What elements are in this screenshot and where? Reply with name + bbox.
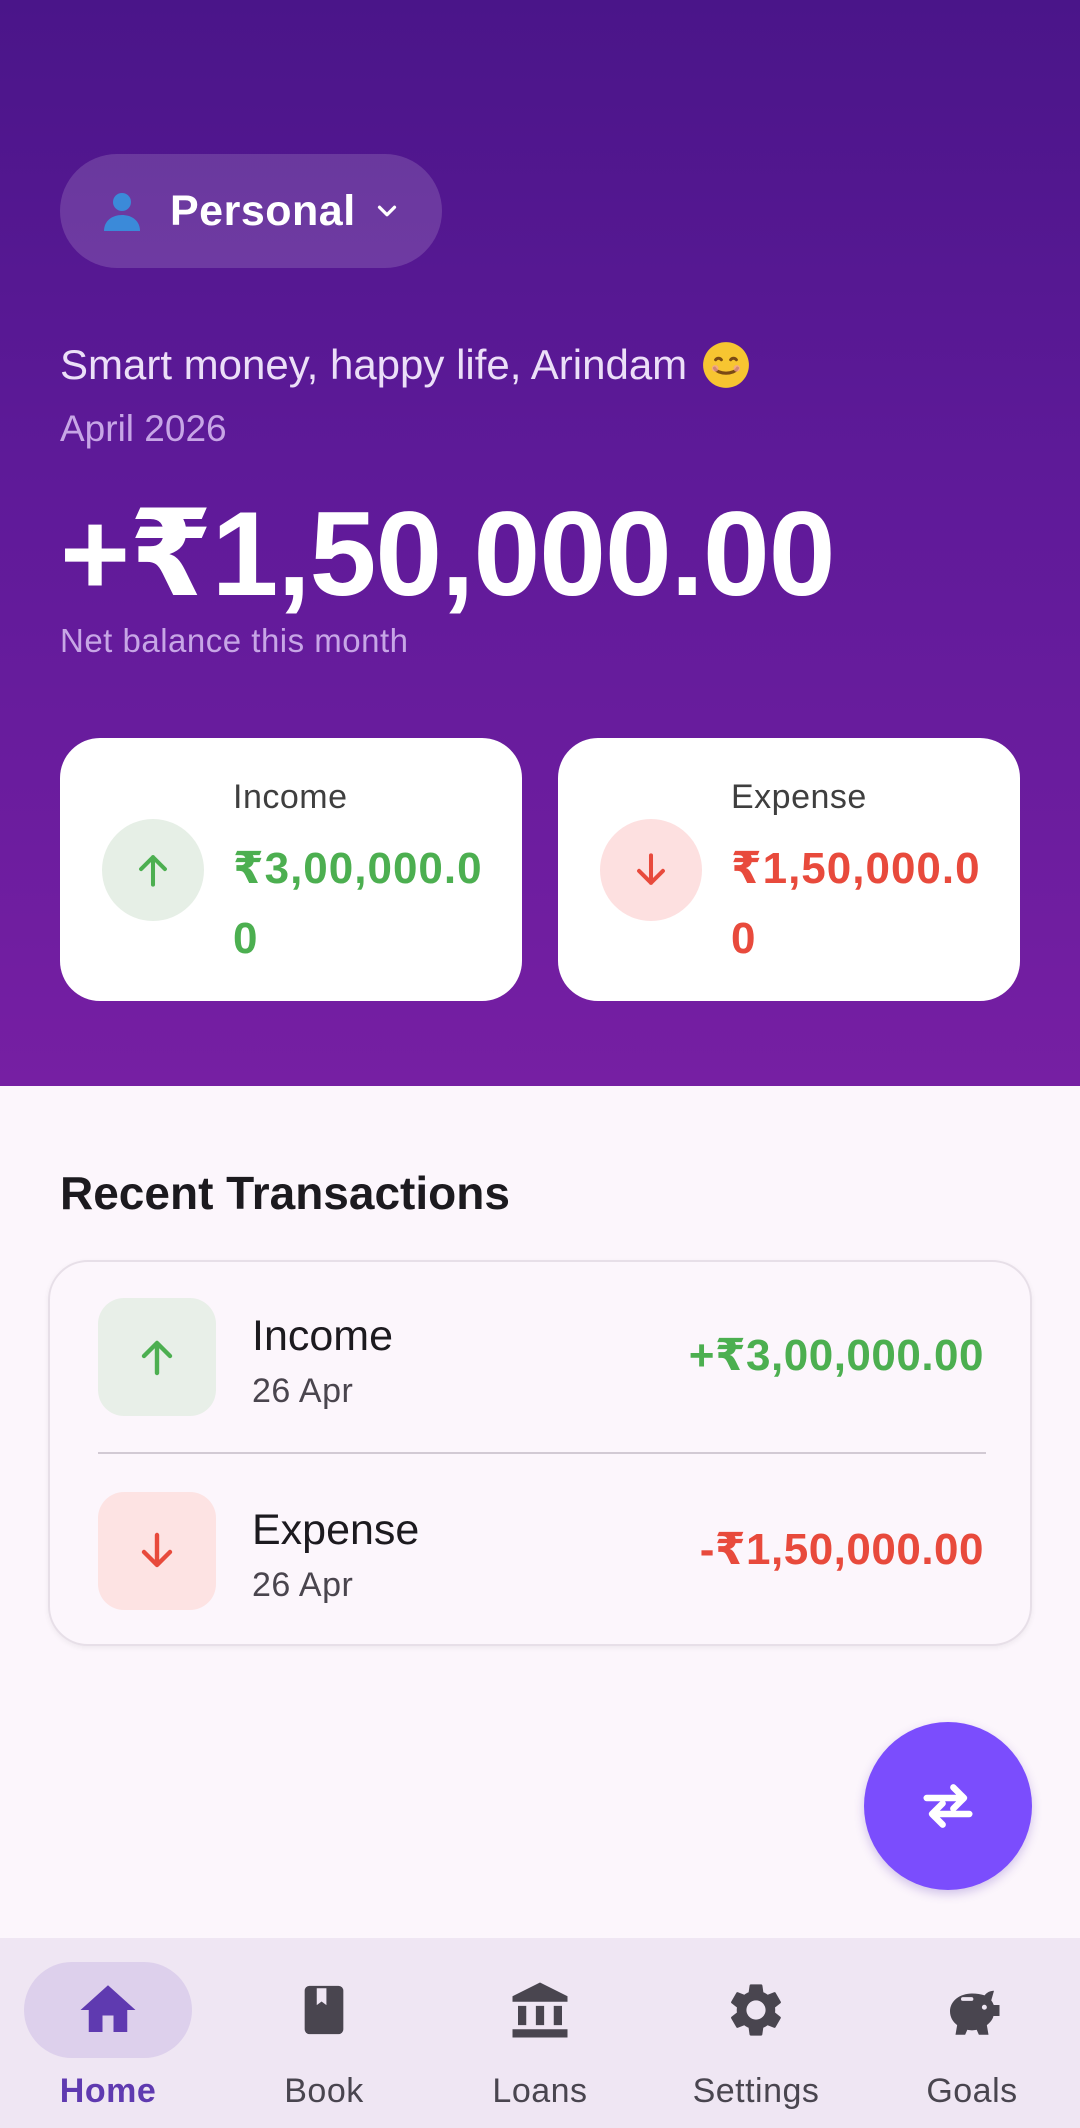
arrow-up-icon [141, 1340, 173, 1376]
nav-label-loans: Loans [492, 2072, 588, 2110]
nav-item-home[interactable]: Home [0, 1938, 216, 2128]
income-amount: ₹3,00,000.00 [233, 844, 483, 963]
bank-icon [512, 1982, 568, 2038]
income-icon-circle [102, 819, 204, 921]
transaction-row[interactable]: Income 26 Apr +₹3,00,000.00 [50, 1284, 1034, 1444]
gear-icon [731, 1984, 781, 2036]
header-section: Personal Smart money, happy life, Arinda… [0, 0, 1080, 1086]
nav-icon-wrap [888, 1962, 1056, 2058]
nav-label-home: Home [59, 2072, 157, 2110]
recent-transactions-title: Recent Transactions [60, 1167, 510, 1219]
income-title: Income [233, 778, 348, 816]
nav-icon-wrap [456, 1962, 624, 2058]
arrow-down-icon [141, 1532, 173, 1568]
expense-amount: ₹1,50,000.00 [731, 844, 981, 963]
nav-label-book: Book [284, 2072, 364, 2110]
net-balance-amount: +₹1,50,000.00 [60, 487, 835, 621]
profile-selector[interactable]: Personal [60, 154, 442, 268]
expense-title: Expense [731, 778, 867, 816]
transaction-name: Income [252, 1312, 394, 1360]
nav-label-settings: Settings [692, 2072, 820, 2110]
nav-item-settings[interactable]: Settings [648, 1938, 864, 2128]
nav-item-loans[interactable]: Loans [432, 1938, 648, 2128]
add-transaction-fab[interactable] [864, 1722, 1032, 1890]
nav-icon-wrap [672, 1962, 840, 2058]
transactions-card: Income 26 Apr +₹3,00,000.00 Expense 26 A… [48, 1260, 1032, 1646]
piggy-bank-icon [950, 1990, 1000, 2035]
smile-emoji-icon [703, 342, 750, 388]
swap-arrows-icon [923, 1784, 973, 1828]
home-icon [80, 1985, 136, 2032]
income-summary-card[interactable]: Income ₹3,00,000.00 [60, 738, 522, 1001]
income-badge [98, 1298, 216, 1416]
transaction-date: 26 Apr [252, 1566, 354, 1604]
expense-summary-card[interactable]: Expense ₹1,50,000.00 [558, 738, 1020, 1001]
profile-label: Personal [170, 186, 356, 235]
divider [98, 1452, 986, 1454]
nav-item-goals[interactable]: Goals [864, 1938, 1080, 2128]
expense-badge [98, 1492, 216, 1610]
transaction-amount: +₹3,00,000.00 [688, 1331, 984, 1380]
nav-indicator [24, 1962, 192, 2058]
month-label: April 2026 [60, 408, 227, 449]
net-balance-label: Net balance this month [60, 622, 409, 659]
transaction-date: 26 Apr [252, 1372, 354, 1410]
arrow-down-icon [637, 853, 665, 885]
transaction-row[interactable]: Expense 26 Apr -₹1,50,000.00 [50, 1478, 1034, 1638]
arrow-up-icon [139, 855, 167, 887]
nav-item-book[interactable]: Book [216, 1938, 432, 2128]
person-icon [104, 193, 140, 231]
greeting: Smart money, happy life, Arindam [60, 340, 751, 390]
book-icon [304, 1985, 344, 2035]
chevron-down-icon [377, 205, 396, 217]
transaction-name: Expense [252, 1506, 420, 1554]
transaction-amount: -₹1,50,000.00 [699, 1525, 984, 1574]
expense-icon-circle [600, 819, 702, 921]
greeting-text: Smart money, happy life, Arindam [60, 341, 688, 388]
bottom-navigation: Home Book Loans Settings Goals [0, 1938, 1080, 2128]
nav-icon-wrap [240, 1962, 408, 2058]
nav-label-goals: Goals [926, 2072, 1018, 2110]
